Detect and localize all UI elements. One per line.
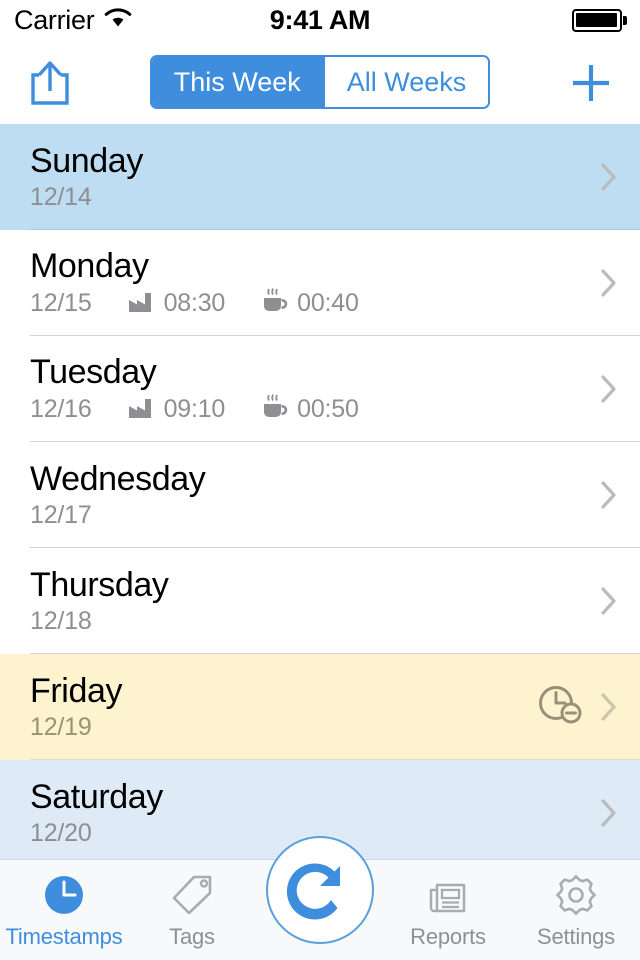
row-subtitle: 12/19 (30, 713, 536, 742)
chevron-right-icon (600, 268, 618, 298)
app-screen: Carrier 9:41 AM This Week All Weeks Sund… (0, 0, 640, 960)
row-subtitle: 12/15 08:30 00:40 (30, 288, 600, 319)
day-name: Wednesday (30, 459, 206, 498)
date-label: 12/19 (30, 713, 92, 742)
clock-filled-icon (42, 873, 86, 917)
row-accessories (536, 682, 618, 733)
list-item[interactable]: Friday 12/19 (0, 654, 640, 760)
list-item[interactable]: Wednesday 12/17 (0, 442, 640, 548)
chevron-right-icon (600, 162, 618, 192)
list-item[interactable]: Sunday 12/14 (0, 124, 640, 230)
row-accessories (600, 374, 618, 404)
redo-arrow-icon (284, 852, 356, 929)
break-time-metric: 00:40 (261, 288, 359, 319)
chevron-right-icon (600, 586, 618, 616)
day-name: Saturday (30, 777, 163, 816)
tab-timestamps[interactable]: Timestamps (0, 860, 128, 960)
date-label: 12/14 (30, 183, 92, 212)
work-time-value: 08:30 (163, 289, 226, 318)
tab-label: Reports (410, 924, 486, 949)
day-name: Monday (30, 246, 149, 285)
row-accessories (600, 162, 618, 192)
break-time-value: 00:40 (297, 289, 359, 318)
date-label: 12/20 (30, 819, 92, 848)
list-item[interactable]: Thursday 12/18 (0, 548, 640, 654)
row-accessories (600, 268, 618, 298)
tab-settings[interactable]: Settings (512, 860, 640, 960)
row-content: Thursday 12/18 (30, 566, 600, 636)
date-label: 12/16 (30, 395, 92, 424)
date-label: 12/18 (30, 607, 92, 636)
tab-label: Timestamps (5, 924, 123, 949)
date-label: 12/15 (30, 289, 92, 318)
add-entry-button[interactable] (568, 60, 614, 111)
row-accessories (600, 798, 618, 828)
chevron-right-icon (600, 798, 618, 828)
row-content: Friday 12/19 (30, 672, 536, 742)
gear-icon (553, 873, 599, 917)
work-time-value: 09:10 (163, 395, 226, 424)
break-time-metric: 00:50 (261, 394, 359, 425)
status-bar: Carrier 9:41 AM (0, 0, 640, 40)
coffee-cup-icon (261, 394, 288, 425)
row-subtitle: 12/14 (30, 183, 600, 212)
break-time-value: 00:50 (297, 395, 359, 424)
day-name: Sunday (30, 141, 143, 180)
newspaper-icon (426, 873, 470, 917)
list-item[interactable]: Monday 12/15 08:30 00:40 (0, 230, 640, 336)
row-content: Wednesday 12/17 (30, 460, 600, 530)
plus-icon (568, 65, 614, 110)
status-bar-time: 9:41 AM (269, 4, 371, 35)
tab-tags[interactable]: Tags (128, 860, 256, 960)
day-name: Thursday (30, 565, 169, 604)
clock-minus-icon (536, 682, 586, 733)
chevron-right-icon (600, 374, 618, 404)
tab-label: Tags (169, 924, 215, 949)
day-name: Tuesday (30, 352, 157, 391)
row-content: Monday 12/15 08:30 00:40 (30, 247, 600, 319)
chevron-right-icon (600, 692, 618, 722)
work-time-metric: 08:30 (128, 289, 226, 318)
work-time-metric: 09:10 (128, 395, 226, 424)
row-content: Sunday 12/14 (30, 142, 600, 212)
tab-bar: Timestamps Tags Reports Settings (0, 836, 640, 960)
segment-all-weeks[interactable]: All Weeks (322, 57, 489, 107)
day-list: Sunday 12/14 Monday 12/15 08:30 00:40 Tu… (0, 124, 640, 866)
chevron-right-icon (600, 480, 618, 510)
row-accessories (600, 480, 618, 510)
date-label: 12/17 (30, 501, 92, 530)
toggle-timer-button[interactable] (266, 836, 374, 944)
row-subtitle: 12/18 (30, 607, 600, 636)
tab-label: Settings (537, 924, 615, 949)
battery-full-icon (571, 8, 627, 32)
day-name: Friday (30, 671, 123, 710)
row-accessories (600, 586, 618, 616)
tag-icon (169, 873, 215, 917)
row-subtitle: 12/17 (30, 501, 600, 530)
share-icon (26, 61, 74, 112)
tab-reports[interactable]: Reports (384, 860, 512, 960)
row-subtitle: 12/16 09:10 00:50 (30, 394, 600, 425)
factory-icon (128, 289, 155, 318)
nav-bar: This Week All Weeks (0, 40, 640, 124)
week-filter-segmented-control[interactable]: This Week All Weeks (149, 55, 491, 109)
list-item[interactable]: Tuesday 12/16 09:10 00:50 (0, 336, 640, 442)
segment-this-week[interactable]: This Week (151, 57, 323, 107)
share-button[interactable] (26, 58, 74, 113)
factory-icon (128, 395, 155, 424)
coffee-cup-icon (261, 288, 288, 319)
row-content: Tuesday 12/16 09:10 00:50 (30, 353, 600, 425)
